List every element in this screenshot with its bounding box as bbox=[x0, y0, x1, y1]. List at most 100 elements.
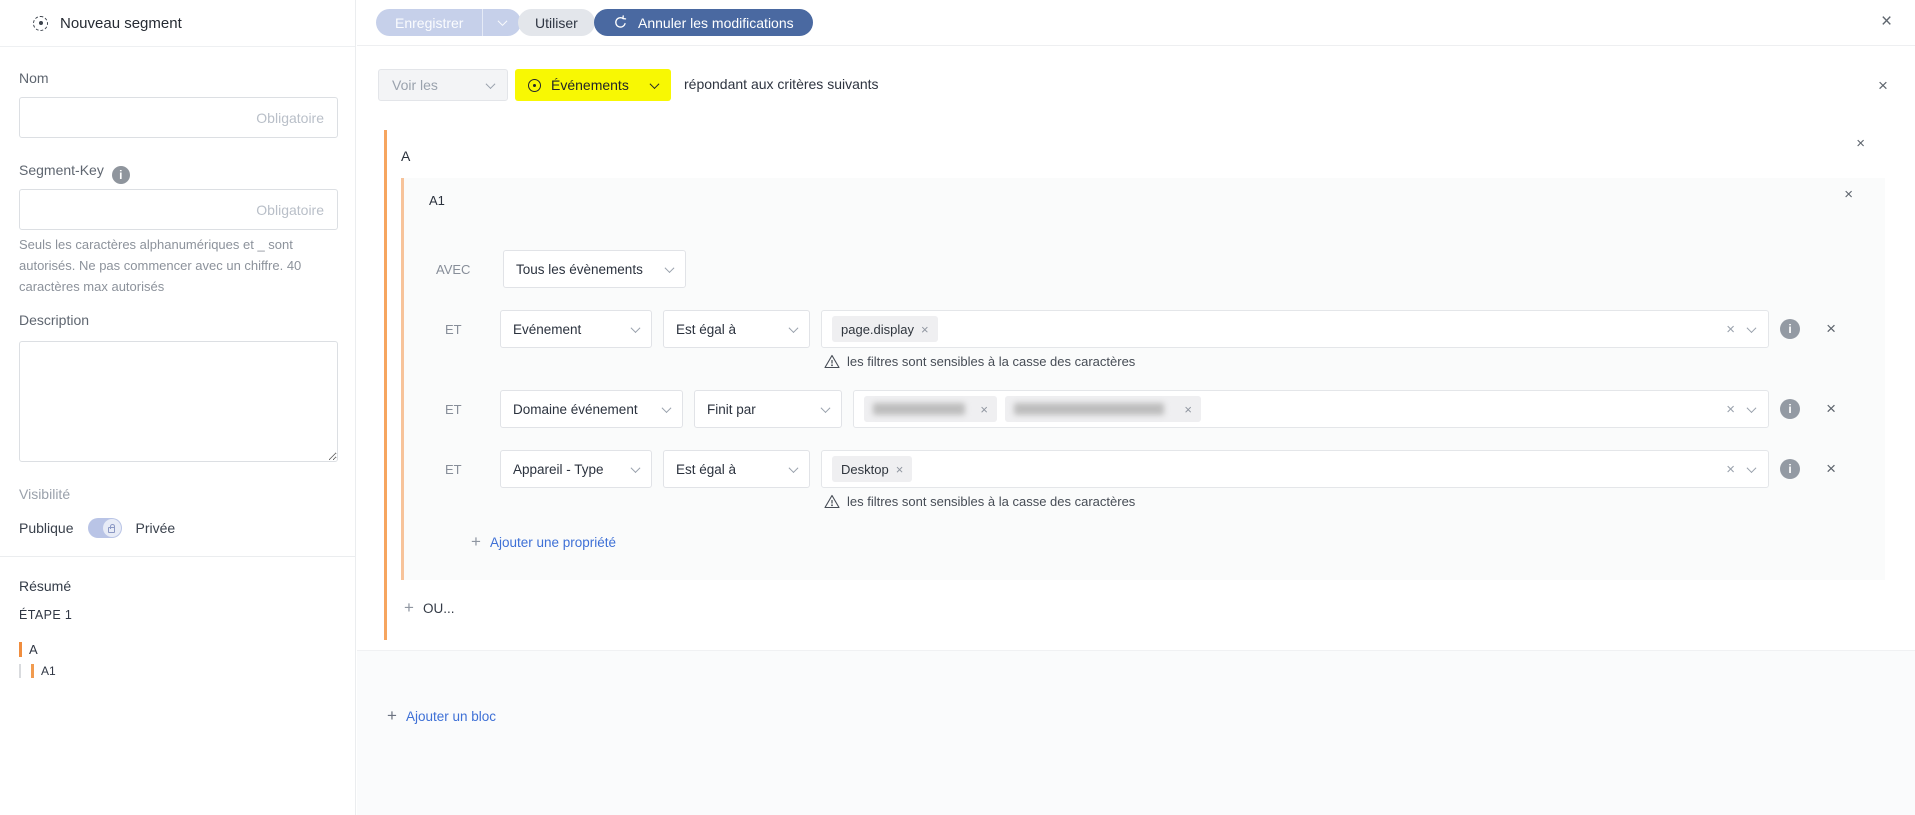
segment-sidebar: Nouveau segment Nom Segment-Keyi Seuls l… bbox=[0, 0, 356, 815]
event-circle-icon bbox=[528, 78, 541, 92]
add-property-label: Ajouter une propriété bbox=[489, 534, 617, 550]
summary-label: Résumé bbox=[19, 578, 72, 594]
remove-tag-icon[interactable]: × bbox=[1184, 402, 1192, 417]
clear-field-icon[interactable]: × bbox=[1726, 462, 1735, 477]
segment-block-a: A × A1 × AVEC Tous les évènements ET Evé… bbox=[384, 130, 1885, 640]
property-dropdown[interactable]: Domaine événement bbox=[500, 390, 683, 428]
close-criteria-icon[interactable]: × bbox=[1878, 77, 1888, 94]
view-scope-dropdown[interactable]: Voir les bbox=[378, 69, 508, 101]
chevron-down-icon bbox=[630, 322, 641, 333]
condition-row-3: ET Appareil - Type Est égal à Desktop × … bbox=[404, 450, 1885, 488]
operator-dropdown[interactable]: Est égal à bbox=[663, 450, 810, 488]
sidebar-header: Nouveau segment bbox=[0, 0, 355, 47]
segment-key-input[interactable] bbox=[19, 189, 338, 230]
info-icon[interactable]: i bbox=[1780, 459, 1800, 479]
delete-condition-icon[interactable]: × bbox=[1826, 400, 1836, 417]
entity-type-dropdown[interactable]: Événements bbox=[515, 69, 671, 101]
close-panel-icon[interactable]: × bbox=[1881, 12, 1892, 31]
case-sensitive-warning: les filtres sont sensibles à la casse de… bbox=[824, 494, 1135, 509]
operator-dropdown[interactable]: Est égal à bbox=[663, 310, 810, 348]
plus-icon: + bbox=[387, 706, 397, 725]
toggle-knob bbox=[102, 519, 121, 537]
description-textarea[interactable] bbox=[19, 341, 338, 462]
step-label: ÉTAPE 1 bbox=[19, 608, 73, 622]
visibility-label: Visibilité bbox=[19, 486, 71, 502]
delete-block-a1-icon[interactable]: × bbox=[1844, 187, 1853, 202]
add-property-button[interactable]: + Ajouter une propriété bbox=[471, 532, 616, 552]
event-scope-row: AVEC Tous les évènements bbox=[404, 250, 1885, 288]
save-button[interactable]: Enregistrer bbox=[376, 9, 522, 36]
save-button-label[interactable]: Enregistrer bbox=[376, 9, 482, 36]
visibility-public-label: Publique bbox=[19, 520, 74, 536]
criteria-suffix-text: répondant aux critères suivants bbox=[684, 76, 879, 92]
name-label: Nom bbox=[19, 70, 49, 86]
cancel-changes-button[interactable]: Annuler les modifications bbox=[594, 9, 813, 36]
save-dropdown-button[interactable] bbox=[482, 9, 521, 36]
remove-tag-icon[interactable]: × bbox=[980, 402, 988, 417]
chevron-down-icon bbox=[649, 78, 660, 89]
undo-icon bbox=[615, 15, 627, 28]
use-button[interactable]: Utiliser bbox=[518, 9, 595, 36]
value-tag-input[interactable]: × × × bbox=[853, 390, 1769, 428]
property-dropdown[interactable]: Appareil - Type bbox=[500, 450, 652, 488]
grey-bar bbox=[19, 664, 21, 678]
segment-key-label: Segment-Key i bbox=[19, 162, 130, 184]
info-icon[interactable]: i bbox=[1780, 399, 1800, 419]
clear-field-icon[interactable]: × bbox=[1726, 322, 1735, 337]
add-or-label: OU... bbox=[422, 600, 455, 616]
remove-tag-icon[interactable]: × bbox=[921, 322, 929, 337]
chevron-down-icon bbox=[485, 78, 496, 89]
summary-tree-item-a[interactable]: A bbox=[19, 642, 38, 657]
event-scope-dropdown[interactable]: Tous les évènements bbox=[503, 250, 686, 288]
condition-row-1: ET Evénement Est égal à page.display × × bbox=[404, 310, 1885, 348]
chevron-down-icon bbox=[661, 402, 672, 413]
chevron-down-icon[interactable] bbox=[1746, 322, 1757, 333]
remove-tag-icon[interactable]: × bbox=[896, 462, 904, 477]
value-tag-input[interactable]: Desktop × × bbox=[821, 450, 1769, 488]
delete-condition-icon[interactable]: × bbox=[1826, 320, 1836, 337]
delete-condition-icon[interactable]: × bbox=[1826, 460, 1836, 477]
visibility-private-label: Privée bbox=[135, 520, 176, 536]
orange-bar bbox=[31, 664, 34, 678]
block-a-label: A bbox=[401, 148, 411, 164]
add-block-label: Ajouter un bloc bbox=[405, 708, 496, 724]
block-a1-label: A1 bbox=[429, 193, 445, 208]
add-or-button[interactable]: + OU... bbox=[404, 598, 454, 618]
description-label: Description bbox=[19, 312, 90, 328]
redacted-value bbox=[1014, 403, 1164, 415]
condition-row-2: ET Domaine événement Finit par × × × i × bbox=[404, 390, 1885, 428]
delete-block-a-icon[interactable]: × bbox=[1856, 136, 1865, 151]
value-tag: page.display × bbox=[832, 316, 938, 342]
chevron-down-icon bbox=[664, 262, 675, 273]
visibility-toggle[interactable] bbox=[87, 518, 122, 538]
and-connector-label: ET bbox=[445, 462, 462, 477]
property-dropdown[interactable]: Evénement bbox=[500, 310, 652, 348]
editor-footer-area: + Ajouter un bloc bbox=[357, 650, 1915, 815]
chevron-down-icon[interactable] bbox=[1746, 402, 1757, 413]
warning-triangle-icon bbox=[824, 354, 840, 369]
add-block-button[interactable]: + Ajouter un bloc bbox=[387, 706, 496, 726]
chevron-down-icon bbox=[788, 322, 799, 333]
chevron-down-icon[interactable] bbox=[1746, 462, 1757, 473]
sidebar-divider bbox=[0, 556, 355, 557]
and-connector-label: ET bbox=[445, 402, 462, 417]
name-input[interactable] bbox=[19, 97, 338, 138]
clear-field-icon[interactable]: × bbox=[1726, 402, 1735, 417]
orange-bar bbox=[19, 642, 22, 657]
cancel-changes-label: Annuler les modifications bbox=[638, 14, 794, 31]
operator-dropdown[interactable]: Finit par bbox=[694, 390, 842, 428]
page-title: Nouveau segment bbox=[60, 14, 182, 32]
summary-tree-item-a1[interactable]: A1 bbox=[19, 664, 56, 678]
case-sensitive-warning: les filtres sont sensibles à la casse de… bbox=[824, 354, 1135, 369]
criteria-header-bar: Voir les Événements répondant aux critèr… bbox=[357, 69, 1915, 101]
segment-target-icon bbox=[33, 15, 48, 31]
editor-toolbar: Enregistrer Utiliser Annuler les modific… bbox=[357, 0, 1915, 46]
segment-block-a1: A1 × AVEC Tous les évènements ET Evéneme… bbox=[401, 178, 1885, 580]
value-tag-input[interactable]: page.display × × bbox=[821, 310, 1769, 348]
value-tag-redacted: × bbox=[1005, 396, 1201, 422]
info-icon[interactable]: i bbox=[1780, 319, 1800, 339]
segment-key-info-icon[interactable]: i bbox=[111, 166, 130, 184]
plus-icon: + bbox=[471, 532, 481, 551]
value-tag-redacted: × bbox=[864, 396, 997, 422]
plus-icon: + bbox=[404, 598, 414, 617]
